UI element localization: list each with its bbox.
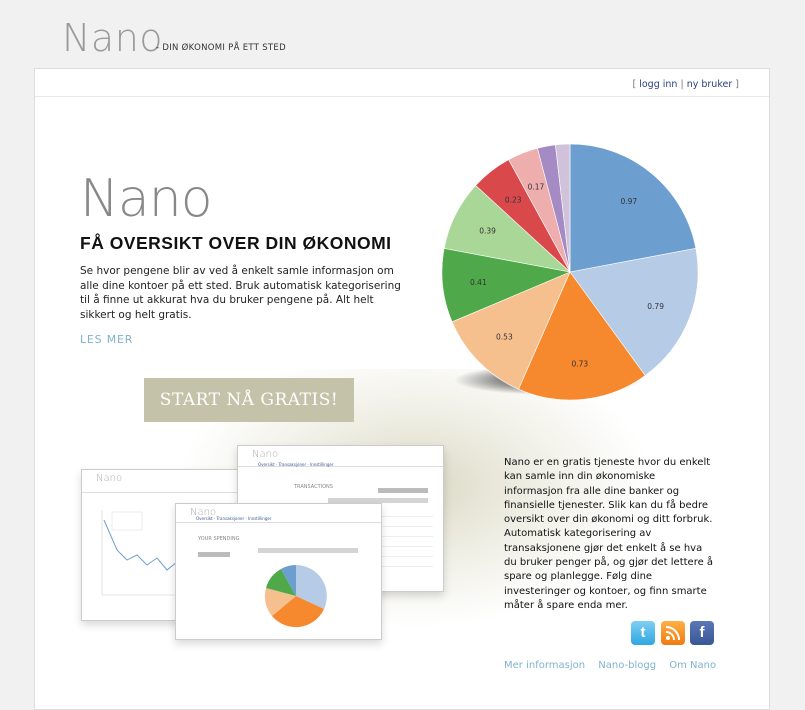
- transactions-heading: TRANSACTIONS: [294, 484, 333, 490]
- divider: [35, 96, 769, 97]
- pie-label: 0.97: [620, 197, 637, 206]
- pie-label: 0.73: [571, 360, 588, 369]
- footer-link-info[interactable]: Mer informasjon: [504, 660, 585, 671]
- screenshot-title: Nano: [252, 449, 279, 460]
- register-link[interactable]: ny bruker: [687, 79, 733, 90]
- site-logo[interactable]: Nano: [62, 16, 163, 60]
- screenshot-spending: Nano Oversikt · Transaksjoner · Innstill…: [175, 503, 382, 640]
- twitter-icon[interactable]: t: [631, 621, 655, 645]
- separator: |: [680, 79, 684, 90]
- pie-chart: 0.97 0.79 0.73 0.53 0.41 0.39 0.23 0.17: [435, 137, 705, 407]
- rss-icon[interactable]: [661, 621, 685, 645]
- read-more-link[interactable]: LES MER: [80, 333, 133, 346]
- start-free-button[interactable]: START NÅ GRATIS!: [144, 378, 354, 422]
- pie-label: 0.17: [528, 182, 545, 191]
- bracket-close: ]: [735, 79, 739, 90]
- login-link[interactable]: logg inn: [639, 79, 677, 90]
- bracket-open: [: [632, 79, 637, 90]
- pie-label: 0.39: [479, 227, 496, 236]
- footer-link-about[interactable]: Om Nano: [669, 660, 716, 671]
- account-links: [ logg inn | ny bruker ]: [632, 79, 739, 90]
- main-panel: [ logg inn | ny bruker ] Nano FÅ OVERSIK…: [34, 68, 770, 710]
- hero-logo: Nano: [80, 169, 213, 229]
- hero-heading: FÅ OVERSIKT OVER DIN ØKONOMI: [80, 233, 392, 253]
- hero-description: Se hvor pengene blir av ved å enkelt sam…: [80, 265, 401, 321]
- pie-label: 0.41: [470, 278, 487, 287]
- footer-link-blog[interactable]: Nano-blogg: [598, 660, 656, 671]
- footer-links: Mer informasjon Nano-blogg Om Nano: [504, 660, 726, 671]
- facebook-icon[interactable]: f: [690, 621, 714, 645]
- site-tagline: - DIN ØKONOMI PÅ ETT STED: [156, 43, 286, 53]
- pie-label: 0.23: [505, 195, 522, 204]
- pie-chart-svg: 0.97 0.79 0.73 0.53 0.41 0.39 0.23 0.17: [441, 143, 699, 401]
- service-description: Nano er en gratis tjeneste hvor du enkel…: [504, 457, 714, 611]
- pie-label: 0.53: [496, 333, 513, 342]
- pie-label: 0.79: [647, 302, 664, 311]
